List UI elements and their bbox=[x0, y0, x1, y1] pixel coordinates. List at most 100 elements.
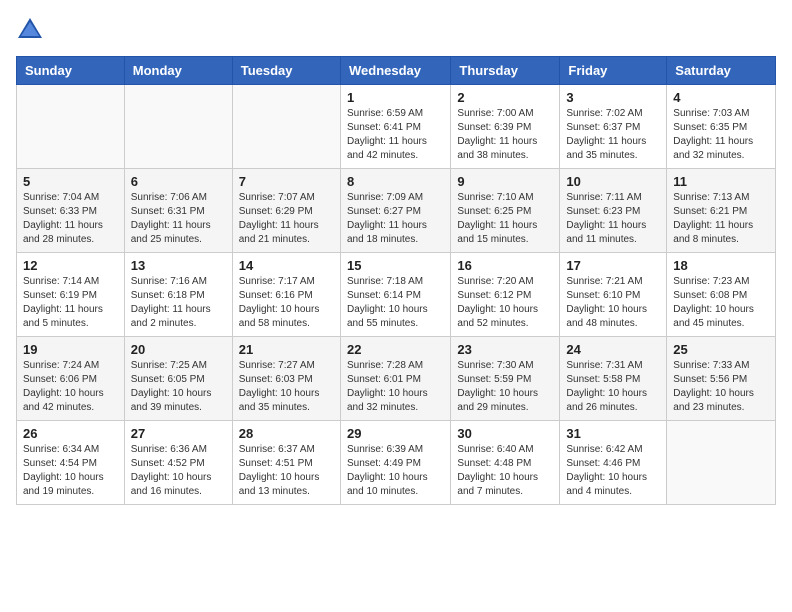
day-info: Sunrise: 7:07 AM Sunset: 6:29 PM Dayligh… bbox=[239, 191, 334, 247]
day-info: Sunrise: 7:03 AM Sunset: 6:35 PM Dayligh… bbox=[673, 107, 769, 163]
day-info: Sunrise: 7:13 AM Sunset: 6:21 PM Dayligh… bbox=[673, 191, 769, 247]
day-number: 6 bbox=[131, 174, 226, 189]
day-info: Sunrise: 7:28 AM Sunset: 6:01 PM Dayligh… bbox=[347, 359, 444, 415]
day-number: 11 bbox=[673, 174, 769, 189]
day-number: 27 bbox=[131, 426, 226, 441]
calendar-cell bbox=[667, 421, 776, 505]
day-info: Sunrise: 7:20 AM Sunset: 6:12 PM Dayligh… bbox=[457, 275, 553, 331]
weekday-header-sunday: Sunday bbox=[17, 57, 125, 85]
calendar-cell: 22 Sunrise: 7:28 AM Sunset: 6:01 PM Dayli… bbox=[340, 337, 450, 421]
day-number: 29 bbox=[347, 426, 444, 441]
calendar-cell: 1Sunrise: 6:59 AM Sunset: 6:41 PM Daylig… bbox=[340, 85, 450, 169]
weekday-header-friday: Friday bbox=[560, 57, 667, 85]
calendar-cell bbox=[124, 85, 232, 169]
day-number: 26 bbox=[23, 426, 118, 441]
weekday-header-thursday: Thursday bbox=[451, 57, 560, 85]
calendar-cell: 17 Sunrise: 7:21 AM Sunset: 6:10 PM Dayli… bbox=[560, 253, 667, 337]
calendar-cell: 3 Sunrise: 7:02 AM Sunset: 6:37 PM Daylig… bbox=[560, 85, 667, 169]
calendar-cell: 10Sunrise: 7:11 AM Sunset: 6:23 PM Dayli… bbox=[560, 169, 667, 253]
day-number: 3 bbox=[566, 90, 660, 105]
day-number: 22 bbox=[347, 342, 444, 357]
day-info: Sunrise: 6:34 AM Sunset: 4:54 PM Dayligh… bbox=[23, 443, 118, 499]
day-number: 2 bbox=[457, 90, 553, 105]
day-number: 14 bbox=[239, 258, 334, 273]
day-number: 10 bbox=[566, 174, 660, 189]
calendar-cell: 7 Sunrise: 7:07 AM Sunset: 6:29 PM Daylig… bbox=[232, 169, 340, 253]
calendar-cell: 29Sunrise: 6:39 AM Sunset: 4:49 PM Dayli… bbox=[340, 421, 450, 505]
calendar-cell: 6 Sunrise: 7:06 AM Sunset: 6:31 PM Daylig… bbox=[124, 169, 232, 253]
day-number: 20 bbox=[131, 342, 226, 357]
day-info: Sunrise: 7:09 AM Sunset: 6:27 PM Dayligh… bbox=[347, 191, 444, 247]
week-row-3: 12 Sunrise: 7:14 AM Sunset: 6:19 PM Dayli… bbox=[17, 253, 776, 337]
calendar-cell: 14 Sunrise: 7:17 AM Sunset: 6:16 PM Dayli… bbox=[232, 253, 340, 337]
calendar-table: SundayMondayTuesdayWednesdayThursdayFrid… bbox=[16, 56, 776, 505]
week-row-2: 5 Sunrise: 7:04 AM Sunset: 6:33 PM Daylig… bbox=[17, 169, 776, 253]
calendar-cell bbox=[232, 85, 340, 169]
day-info: Sunrise: 7:18 AM Sunset: 6:14 PM Dayligh… bbox=[347, 275, 444, 331]
day-number: 7 bbox=[239, 174, 334, 189]
day-number: 21 bbox=[239, 342, 334, 357]
day-info: Sunrise: 7:16 AM Sunset: 6:18 PM Dayligh… bbox=[131, 275, 226, 331]
day-info: Sunrise: 7:06 AM Sunset: 6:31 PM Dayligh… bbox=[131, 191, 226, 247]
day-info: Sunrise: 7:21 AM Sunset: 6:10 PM Dayligh… bbox=[566, 275, 660, 331]
day-info: Sunrise: 7:23 AM Sunset: 6:08 PM Dayligh… bbox=[673, 275, 769, 331]
day-number: 12 bbox=[23, 258, 118, 273]
week-row-1: 1Sunrise: 6:59 AM Sunset: 6:41 PM Daylig… bbox=[17, 85, 776, 169]
calendar-cell: 5 Sunrise: 7:04 AM Sunset: 6:33 PM Daylig… bbox=[17, 169, 125, 253]
calendar-cell: 28 Sunrise: 6:37 AM Sunset: 4:51 PM Dayli… bbox=[232, 421, 340, 505]
day-info: Sunrise: 6:40 AM Sunset: 4:48 PM Dayligh… bbox=[457, 443, 553, 499]
day-number: 9 bbox=[457, 174, 553, 189]
calendar-cell: 21 Sunrise: 7:27 AM Sunset: 6:03 PM Dayli… bbox=[232, 337, 340, 421]
logo-icon bbox=[16, 16, 44, 44]
day-number: 18 bbox=[673, 258, 769, 273]
day-info: Sunrise: 7:02 AM Sunset: 6:37 PM Dayligh… bbox=[566, 107, 660, 163]
day-info: Sunrise: 6:36 AM Sunset: 4:52 PM Dayligh… bbox=[131, 443, 226, 499]
day-info: Sunrise: 7:30 AM Sunset: 5:59 PM Dayligh… bbox=[457, 359, 553, 415]
calendar-cell: 11 Sunrise: 7:13 AM Sunset: 6:21 PM Dayli… bbox=[667, 169, 776, 253]
calendar-cell: 31 Sunrise: 6:42 AM Sunset: 4:46 PM Dayli… bbox=[560, 421, 667, 505]
day-info: Sunrise: 7:27 AM Sunset: 6:03 PM Dayligh… bbox=[239, 359, 334, 415]
day-number: 13 bbox=[131, 258, 226, 273]
day-info: Sunrise: 7:24 AM Sunset: 6:06 PM Dayligh… bbox=[23, 359, 118, 415]
weekday-header-wednesday: Wednesday bbox=[340, 57, 450, 85]
day-info: Sunrise: 7:00 AM Sunset: 6:39 PM Dayligh… bbox=[457, 107, 553, 163]
day-info: Sunrise: 6:37 AM Sunset: 4:51 PM Dayligh… bbox=[239, 443, 334, 499]
calendar-cell: 24Sunrise: 7:31 AM Sunset: 5:58 PM Dayli… bbox=[560, 337, 667, 421]
week-row-4: 19 Sunrise: 7:24 AM Sunset: 6:06 PM Dayli… bbox=[17, 337, 776, 421]
day-number: 1 bbox=[347, 90, 444, 105]
calendar-cell: 12 Sunrise: 7:14 AM Sunset: 6:19 PM Dayli… bbox=[17, 253, 125, 337]
calendar-cell: 15 Sunrise: 7:18 AM Sunset: 6:14 PM Dayli… bbox=[340, 253, 450, 337]
day-number: 5 bbox=[23, 174, 118, 189]
day-info: Sunrise: 7:17 AM Sunset: 6:16 PM Dayligh… bbox=[239, 275, 334, 331]
day-number: 30 bbox=[457, 426, 553, 441]
day-number: 8 bbox=[347, 174, 444, 189]
day-number: 31 bbox=[566, 426, 660, 441]
calendar-cell: 18 Sunrise: 7:23 AM Sunset: 6:08 PM Dayli… bbox=[667, 253, 776, 337]
day-number: 25 bbox=[673, 342, 769, 357]
day-number: 19 bbox=[23, 342, 118, 357]
day-number: 16 bbox=[457, 258, 553, 273]
day-info: Sunrise: 7:33 AM Sunset: 5:56 PM Dayligh… bbox=[673, 359, 769, 415]
calendar-cell: 23Sunrise: 7:30 AM Sunset: 5:59 PM Dayli… bbox=[451, 337, 560, 421]
weekday-header-monday: Monday bbox=[124, 57, 232, 85]
day-number: 28 bbox=[239, 426, 334, 441]
day-info: Sunrise: 7:14 AM Sunset: 6:19 PM Dayligh… bbox=[23, 275, 118, 331]
day-info: Sunrise: 7:10 AM Sunset: 6:25 PM Dayligh… bbox=[457, 191, 553, 247]
day-number: 24 bbox=[566, 342, 660, 357]
day-number: 15 bbox=[347, 258, 444, 273]
calendar-cell: 4 Sunrise: 7:03 AM Sunset: 6:35 PM Daylig… bbox=[667, 85, 776, 169]
calendar-cell: 27 Sunrise: 6:36 AM Sunset: 4:52 PM Dayli… bbox=[124, 421, 232, 505]
calendar-cell: 2 Sunrise: 7:00 AM Sunset: 6:39 PM Daylig… bbox=[451, 85, 560, 169]
weekday-header-saturday: Saturday bbox=[667, 57, 776, 85]
calendar-cell: 25 Sunrise: 7:33 AM Sunset: 5:56 PM Dayli… bbox=[667, 337, 776, 421]
week-row-5: 26 Sunrise: 6:34 AM Sunset: 4:54 PM Dayli… bbox=[17, 421, 776, 505]
day-info: Sunrise: 6:42 AM Sunset: 4:46 PM Dayligh… bbox=[566, 443, 660, 499]
day-info: Sunrise: 7:04 AM Sunset: 6:33 PM Dayligh… bbox=[23, 191, 118, 247]
day-number: 17 bbox=[566, 258, 660, 273]
calendar-cell: 8 Sunrise: 7:09 AM Sunset: 6:27 PM Daylig… bbox=[340, 169, 450, 253]
calendar-cell: 30 Sunrise: 6:40 AM Sunset: 4:48 PM Dayli… bbox=[451, 421, 560, 505]
weekday-header-tuesday: Tuesday bbox=[232, 57, 340, 85]
calendar-cell: 19 Sunrise: 7:24 AM Sunset: 6:06 PM Dayli… bbox=[17, 337, 125, 421]
day-number: 4 bbox=[673, 90, 769, 105]
calendar-cell: 26 Sunrise: 6:34 AM Sunset: 4:54 PM Dayli… bbox=[17, 421, 125, 505]
